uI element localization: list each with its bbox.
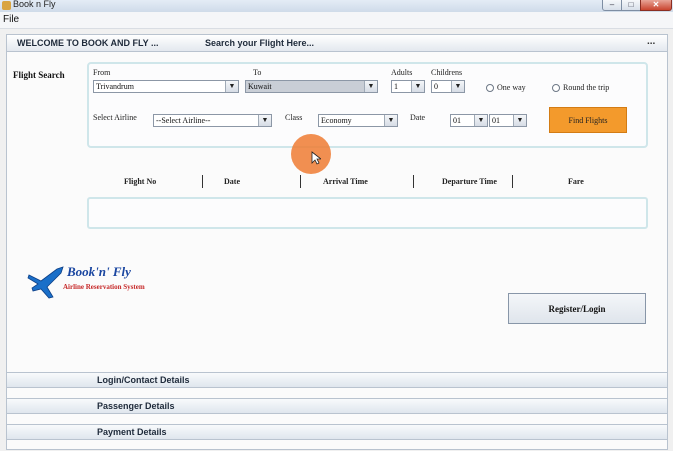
round-trip-radio[interactable]: [552, 84, 560, 92]
column-arrival-time: Arrival Time: [323, 177, 368, 186]
chevron-down-icon: ▼: [364, 81, 377, 92]
register-login-button[interactable]: Register/Login: [508, 293, 646, 324]
app-logo: Book'n' Fly Airline Reservation System: [27, 263, 177, 303]
window-title: Book n Fly: [13, 0, 56, 9]
to-value: Kuwait: [248, 82, 272, 91]
column-divider: [512, 175, 513, 188]
welcome-text: WELCOME TO BOOK AND FLY ...: [17, 38, 159, 48]
accordion-login-contact[interactable]: Login/Contact Details: [7, 372, 667, 388]
to-label: To: [253, 68, 262, 77]
airline-select[interactable]: --Select Airline-- ▼: [153, 114, 272, 127]
chevron-down-icon: ▼: [384, 115, 397, 126]
mouse-cursor-icon: [311, 151, 321, 165]
date-day-select[interactable]: 01 ▼: [450, 114, 488, 127]
app-icon: [2, 1, 11, 10]
adults-label: Adults: [391, 68, 413, 77]
from-select[interactable]: Trivandrum ▼: [93, 80, 239, 93]
close-icon[interactable]: ✕: [640, 0, 672, 11]
results-panel: [87, 197, 648, 229]
column-flight-no: Flight No: [124, 177, 157, 186]
chevron-down-icon: ▼: [451, 81, 464, 92]
one-way-label: One way: [497, 83, 526, 92]
main-panel: WELCOME TO BOOK AND FLY ... Search your …: [6, 34, 668, 450]
minimize-icon[interactable]: –: [602, 0, 622, 11]
airplane-icon: [27, 266, 64, 299]
title-bar: Book n Fly – □ ✕: [0, 0, 673, 12]
from-label: From: [93, 68, 111, 77]
search-title: Search your Flight Here...: [205, 38, 315, 48]
find-flights-button[interactable]: Find Flights: [549, 107, 627, 133]
search-panel: From Trivandrum ▼ To Kuwait ▼ Adults 1 ▼…: [87, 62, 648, 148]
one-way-radio[interactable]: [486, 84, 494, 92]
accordion-payment[interactable]: Payment Details: [7, 424, 667, 440]
menu-bar: File: [0, 12, 673, 29]
date-month-value: 01: [492, 116, 500, 125]
to-select[interactable]: Kuwait ▼: [245, 80, 378, 93]
class-label: Class: [285, 113, 303, 122]
class-value: Economy: [321, 116, 352, 125]
menu-file[interactable]: File: [3, 14, 19, 25]
adults-value: 1: [394, 82, 398, 91]
childrens-label: Childrens: [431, 68, 463, 77]
from-value: Trivandrum: [96, 82, 134, 91]
class-select[interactable]: Economy ▼: [318, 114, 398, 127]
accordion-label: Login/Contact Details: [97, 375, 190, 385]
chevron-down-icon: ▼: [513, 115, 526, 126]
column-divider: [300, 175, 301, 188]
select-airline-label: Select Airline: [93, 113, 137, 122]
column-date: Date: [224, 177, 240, 186]
date-label: Date: [410, 113, 426, 122]
date-day-value: 01: [453, 116, 461, 125]
accordion-passenger[interactable]: Passenger Details: [7, 398, 667, 414]
childrens-value: 0: [434, 82, 438, 91]
round-trip-label: Round the trip: [563, 83, 610, 92]
maximize-icon[interactable]: □: [621, 0, 641, 11]
column-fare: Fare: [568, 177, 584, 186]
adults-select[interactable]: 1 ▼: [391, 80, 425, 93]
airline-value: --Select Airline--: [156, 116, 211, 125]
accordion-label: Payment Details: [97, 427, 167, 437]
column-divider: [413, 175, 414, 188]
chevron-down-icon: ▼: [258, 115, 271, 126]
column-divider: [202, 175, 203, 188]
more-button[interactable]: ...: [647, 36, 655, 47]
logo-text: Book'n' Fly: [67, 264, 131, 279]
accordion-label: Passenger Details: [97, 401, 175, 411]
date-month-select[interactable]: 01 ▼: [489, 114, 527, 127]
column-departure-time: Departure Time: [442, 177, 497, 186]
chevron-down-icon: ▼: [411, 81, 424, 92]
childrens-select[interactable]: 0 ▼: [431, 80, 465, 93]
chevron-down-icon: ▼: [474, 115, 487, 126]
chevron-down-icon: ▼: [225, 81, 238, 92]
logo-subtitle: Airline Reservation System: [63, 283, 145, 291]
flight-search-label: Flight Search: [13, 70, 65, 80]
header-bar: WELCOME TO BOOK AND FLY ... Search your …: [7, 35, 667, 52]
